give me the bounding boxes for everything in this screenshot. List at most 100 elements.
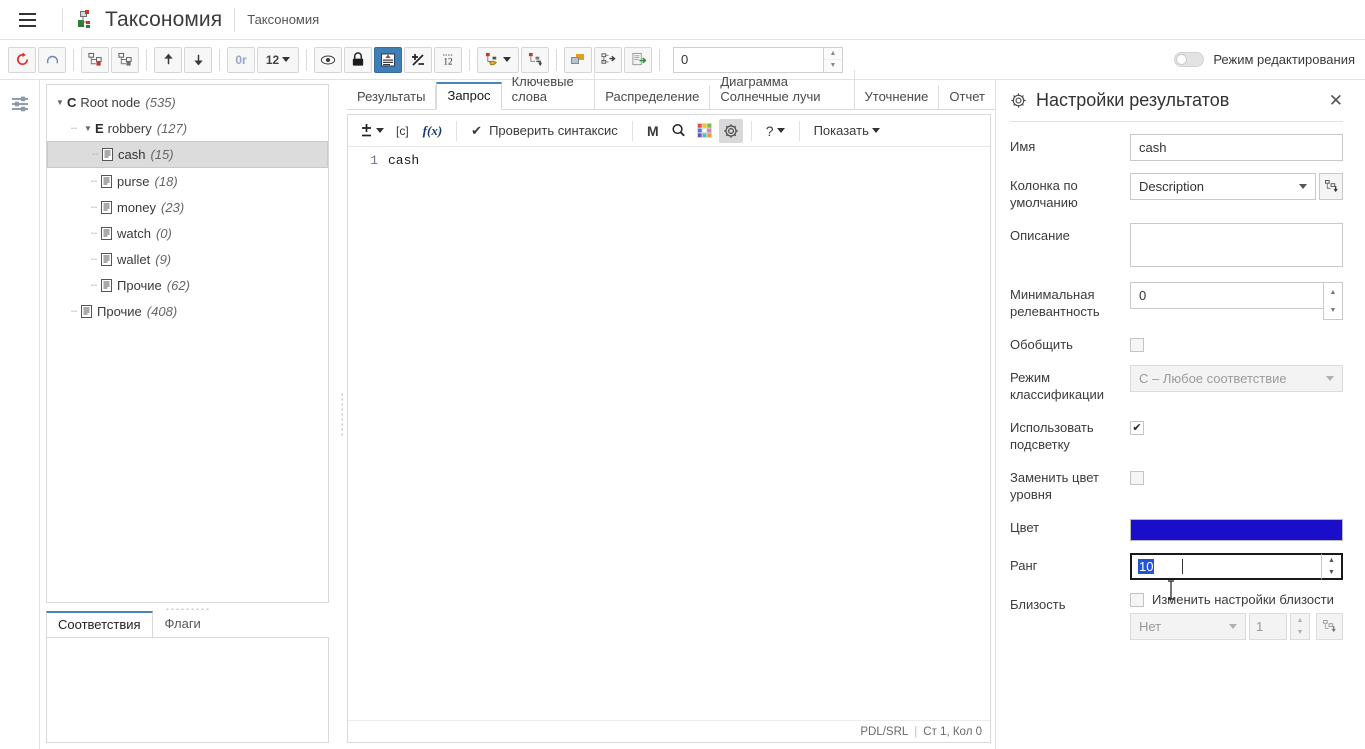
spinner-up-icon[interactable]: ▲ xyxy=(824,48,842,60)
remove-node-button[interactable] xyxy=(111,46,139,73)
tree-picker-icon[interactable] xyxy=(1319,173,1343,200)
bottom-tab-flags[interactable]: Флаги xyxy=(153,611,213,637)
tree-node-other-robbery[interactable]: ╌ Прочие (62) xyxy=(47,272,328,298)
bracket-button[interactable]: [c] xyxy=(390,119,415,143)
tree-node-robbery[interactable]: ╌ ▼ E robbery (127) xyxy=(47,115,328,141)
code-area[interactable]: 1 cash xyxy=(348,147,990,720)
level-spinner-input[interactable] xyxy=(673,46,823,73)
insert-plusminus-button[interactable] xyxy=(356,119,388,143)
min-relevance-input[interactable] xyxy=(1130,282,1324,309)
highlight-button[interactable] xyxy=(374,46,402,73)
lock-button[interactable] xyxy=(344,46,372,73)
proximity-checkbox[interactable] xyxy=(1130,592,1144,607)
refresh-button[interactable] xyxy=(8,46,36,73)
tree-node-other-root[interactable]: ╌ Прочие (408) xyxy=(47,298,328,324)
tree-node-cash[interactable]: ╌ cash (15) xyxy=(47,141,328,168)
use-highlight-label: Использовать подсветку xyxy=(1010,420,1094,452)
tab-keywords[interactable]: Ключевые слова xyxy=(502,70,596,110)
tree-node-label: Прочие xyxy=(117,277,162,293)
macro-button[interactable]: M xyxy=(641,119,665,143)
spinner-up-icon[interactable]: ▲ xyxy=(1324,283,1342,301)
description-control xyxy=(1130,223,1343,270)
tree-node-label: money xyxy=(117,199,157,215)
rank-label: Ранг xyxy=(1010,558,1038,573)
edit-mode-switch[interactable] xyxy=(1174,52,1205,67)
layers-button[interactable] xyxy=(564,46,592,73)
rank-input[interactable]: 10 xyxy=(1130,553,1321,580)
tab-report[interactable]: Отчет xyxy=(939,85,995,110)
name-input[interactable] xyxy=(1130,134,1343,161)
move-up-button[interactable] xyxy=(154,46,182,73)
tree-node-watch[interactable]: ╌ watch (0) xyxy=(47,220,328,246)
tab-results[interactable]: Результаты xyxy=(347,85,437,110)
tree-node-wallet[interactable]: ╌ wallet (9) xyxy=(47,246,328,272)
move-down-button[interactable] xyxy=(184,46,212,73)
min-relevance-spinner[interactable]: ▲ ▼ xyxy=(1323,282,1343,320)
zoom-search-icon[interactable] xyxy=(667,119,691,143)
sliders-icon[interactable] xyxy=(6,90,34,118)
rank-spinner[interactable]: ▲ ▼ xyxy=(1321,553,1343,580)
spinner-up-icon[interactable]: ▲ xyxy=(1322,555,1341,567)
expand-chevron-icon[interactable]: ▼ xyxy=(81,124,95,133)
chevron-down-icon xyxy=(1229,624,1237,629)
counter-button[interactable]: 12 xyxy=(434,46,462,73)
min-relevance-control: ▲ ▼ xyxy=(1130,282,1343,320)
preview-eye-button[interactable] xyxy=(314,46,342,73)
color-label: Цвет xyxy=(1010,520,1040,535)
gear-icon[interactable] xyxy=(718,118,743,143)
min-relevance-label: Минимальная релевантность xyxy=(1010,287,1100,319)
node-kind-letter: C xyxy=(67,94,77,110)
tree-line: ╌ xyxy=(90,201,98,214)
tab-query[interactable]: Запрос xyxy=(436,82,502,110)
replace-level-color-label: Заменить цвет уровня xyxy=(1010,470,1099,502)
doc-export-button[interactable] xyxy=(624,46,652,73)
tree-node-root[interactable]: ▼ C Root node (535) xyxy=(47,89,328,115)
code-text[interactable]: cash xyxy=(388,153,419,168)
taxonomy-tree[interactable]: ▼ C Root node (535) ╌ ▼ E robbery (127) … xyxy=(46,84,329,603)
main-tab-bar: Результаты Запрос Ключевые слова Распред… xyxy=(347,70,995,110)
close-icon[interactable]: ✕ xyxy=(1329,92,1343,109)
expand-chevron-icon[interactable]: ▼ xyxy=(53,98,67,107)
hamburger-menu-icon[interactable] xyxy=(12,5,42,35)
gear-icon xyxy=(1010,92,1027,109)
macro-label: M xyxy=(646,122,659,139)
plus-minus-button[interactable] xyxy=(404,46,432,73)
color-palette-icon[interactable] xyxy=(693,119,717,143)
node-tools-button[interactable] xyxy=(477,46,519,73)
level-spinner-arrows[interactable]: ▲ ▼ xyxy=(823,46,843,73)
generalize-checkbox[interactable] xyxy=(1130,337,1144,352)
help-button[interactable]: ? xyxy=(760,119,791,143)
tree-line: ╌ xyxy=(70,305,78,318)
spinner-down-icon[interactable]: ▼ xyxy=(1322,567,1341,579)
tree-node-purse[interactable]: ╌ purse (18) xyxy=(47,168,328,194)
level-spinner[interactable]: ▲ ▼ xyxy=(673,46,843,73)
tree-node-money[interactable]: ╌ money (23) xyxy=(47,194,328,220)
classification-mode-control: C – Любое соответствие xyxy=(1130,365,1343,403)
tab-distribution[interactable]: Распределение xyxy=(595,85,711,110)
node-export-button[interactable] xyxy=(594,46,622,73)
app-title: Таксономия xyxy=(105,7,223,31)
tab-sunburst[interactable]: Диаграмма Солнечные лучи xyxy=(710,70,855,110)
spinner-down-icon[interactable]: ▼ xyxy=(1324,301,1342,319)
tree-node-count: (0) xyxy=(155,225,172,241)
replace-level-color-checkbox[interactable] xyxy=(1130,470,1144,485)
bottom-tab-matches[interactable]: Соответствия xyxy=(46,611,153,637)
level-select-button[interactable]: 12 xyxy=(257,46,299,73)
reload-circle-button[interactable] xyxy=(38,46,66,73)
use-highlight-checkbox[interactable]: ✔ xyxy=(1130,420,1144,435)
check-syntax-button[interactable]: ✔ Проверить синтаксис xyxy=(465,119,624,143)
color-swatch[interactable] xyxy=(1130,519,1343,541)
or-operator-button[interactable]: 0r xyxy=(227,46,255,73)
status-language: PDL/SRL xyxy=(860,725,909,738)
add-node-button[interactable] xyxy=(81,46,109,73)
vertical-splitter[interactable] xyxy=(335,80,347,749)
tree-line: ╌ xyxy=(70,122,78,135)
proximity-toggle-line: Изменить настройки близости xyxy=(1130,592,1343,607)
default-column-select[interactable]: Description xyxy=(1130,173,1317,200)
description-textarea[interactable] xyxy=(1130,223,1343,267)
show-button[interactable]: Показать xyxy=(808,119,886,143)
function-button[interactable]: f(x) xyxy=(417,119,449,143)
edit-mode-toggle-group[interactable]: Режим редактирования xyxy=(1174,52,1355,67)
node-move-button[interactable] xyxy=(521,46,549,73)
tab-refinement[interactable]: Уточнение xyxy=(855,85,940,110)
